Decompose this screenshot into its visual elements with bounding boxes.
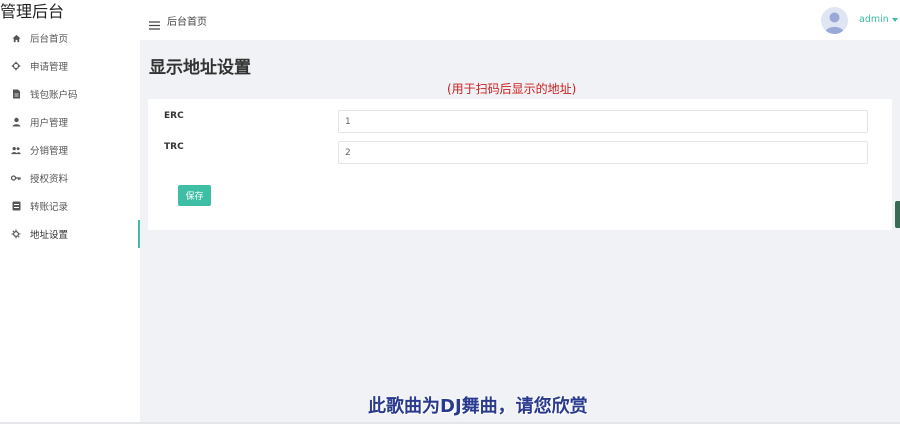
save-button[interactable]: 保存 (178, 185, 211, 206)
trc-address-input[interactable] (338, 141, 868, 164)
sidebar-item-applications[interactable]: 申请管理 (0, 52, 140, 80)
sidebar-item-home[interactable]: 后台首页 (0, 24, 140, 52)
address-settings-form: ERC TRC 保存 (148, 99, 892, 230)
user-menu[interactable]: admin (859, 14, 898, 25)
video-caption: 此歌曲为DJ舞曲，请您欣赏 (368, 396, 588, 417)
brand-title: 管理后台 (0, 2, 65, 21)
home-icon (11, 33, 21, 43)
gear-icon (11, 61, 21, 71)
header-breadcrumb: 后台首页 (167, 17, 207, 28)
sidebar-item-label: 钱包账户码 (30, 90, 78, 101)
settings-icon (11, 229, 21, 239)
document-icon (11, 89, 21, 99)
trc-label: TRC (164, 142, 184, 152)
page-subtitle: (用于扫码后显示的地址) (447, 82, 577, 96)
sidebar-item-label: 后台首页 (30, 34, 69, 45)
avatar[interactable] (821, 7, 848, 34)
username-label: admin (859, 14, 889, 25)
sidebar-item-users[interactable]: 用户管理 (0, 108, 140, 136)
caret-down-icon (891, 17, 898, 22)
sidebar-item-transfers[interactable]: 转账记录 (0, 192, 140, 220)
sidebar-item-label: 申请管理 (30, 62, 69, 73)
key-icon (11, 173, 21, 183)
side-scroll-handle[interactable] (895, 201, 900, 228)
users-icon (11, 145, 21, 155)
sidebar-item-label: 分销管理 (30, 146, 69, 157)
menu-toggle-icon[interactable] (149, 15, 160, 30)
sidebar-item-distribution[interactable]: 分销管理 (0, 136, 140, 164)
user-icon (11, 117, 21, 127)
sidebar-item-label: 地址设置 (30, 230, 69, 241)
sidebar-item-authorization[interactable]: 授权资料 (0, 164, 140, 192)
sidebar: 管理后台 后台首页 申请管理 钱包账户码 用户管理 分销管理 授权资料 转账记录… (0, 0, 140, 424)
erc-address-input[interactable] (338, 110, 868, 133)
sidebar-item-label: 授权资料 (30, 174, 69, 185)
sidebar-item-address-settings[interactable]: 地址设置 (0, 220, 140, 248)
page-title: 显示地址设置 (149, 58, 251, 78)
erc-label: ERC (164, 111, 184, 121)
top-header: 后台首页 admin (140, 0, 900, 40)
list-icon (11, 201, 21, 211)
sidebar-item-label: 转账记录 (30, 202, 69, 213)
sidebar-menu: 后台首页 申请管理 钱包账户码 用户管理 分销管理 授权资料 转账记录 地址设置 (0, 24, 140, 248)
sidebar-item-label: 用户管理 (30, 118, 69, 129)
sidebar-item-wallet-codes[interactable]: 钱包账户码 (0, 80, 140, 108)
